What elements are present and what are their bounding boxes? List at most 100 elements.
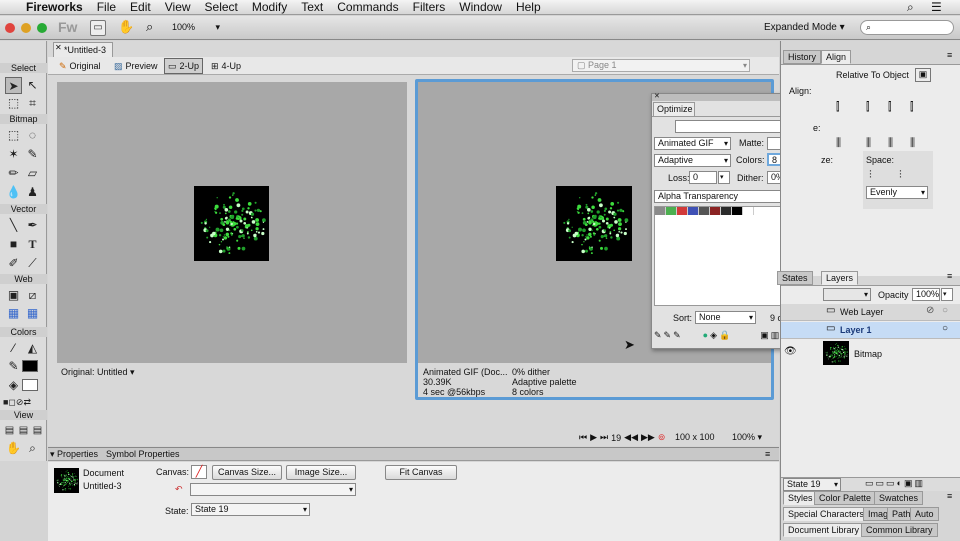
hand-tool-icon[interactable]: ✋ xyxy=(5,440,22,457)
space-select[interactable]: Evenly xyxy=(866,186,928,199)
properties-tab[interactable]: ▾ Properties xyxy=(50,449,98,460)
rectangle-tool-icon[interactable]: ■ xyxy=(5,236,22,253)
space-vertical-icon[interactable]: ⫶ xyxy=(899,169,902,182)
state-select[interactable]: State 19 xyxy=(191,503,310,516)
last-frame-icon[interactable]: ⏭ xyxy=(600,432,608,443)
panel-menu-icon[interactable]: ≡ xyxy=(947,271,952,281)
search-field[interactable]: ⌕ xyxy=(860,20,954,35)
rubber-stamp-tool-icon[interactable]: ♟ xyxy=(24,184,41,201)
four-up-view-button[interactable]: ⊞4-Up xyxy=(208,58,244,74)
eyedropper-tool-icon[interactable]: ⁄ xyxy=(5,340,22,357)
opacity-slider-button[interactable]: ▾ xyxy=(941,288,953,301)
menu-view[interactable]: View xyxy=(158,0,198,14)
status-zoom[interactable]: 100% ▾ xyxy=(732,432,762,442)
palette-swatch[interactable] xyxy=(743,207,754,215)
eye-icon[interactable]: 👁 xyxy=(784,346,797,357)
close-window-icon[interactable] xyxy=(5,23,15,33)
marquee-tool-icon[interactable]: ⬚ xyxy=(5,127,22,144)
panel-menu-icon[interactable]: ≡ xyxy=(947,491,952,501)
pencil-tool-icon[interactable]: ✏ xyxy=(5,165,22,182)
align-center-h-icon[interactable]: ⫿ xyxy=(866,101,870,114)
paint-bucket-tool-icon[interactable]: ◭ xyxy=(24,340,41,357)
web-layer-visibility-icon[interactable]: ⊘ xyxy=(926,305,934,316)
layer-name-layer1[interactable]: Layer 1 xyxy=(840,325,872,335)
palette-select[interactable]: Adaptive xyxy=(654,154,731,167)
palette-swatch[interactable] xyxy=(688,207,699,215)
fill-color-swatch[interactable] xyxy=(22,379,38,391)
canvas-color-swatch[interactable]: ╱ xyxy=(191,465,207,479)
palette-swatch[interactable] xyxy=(666,207,677,215)
add-color-icon[interactable]: ✎ xyxy=(673,330,681,341)
palette-swatch[interactable] xyxy=(732,207,743,215)
document-library-tab[interactable]: Document Library xyxy=(783,523,864,537)
special-characters-tab[interactable]: Special Characters xyxy=(783,507,869,521)
add-to-palette-icon[interactable]: ▣ xyxy=(760,330,769,341)
new-sublayer-icon[interactable]: ▭ xyxy=(876,478,887,488)
close-tab-icon[interactable]: ✕ xyxy=(55,43,62,52)
workspace-switcher[interactable]: Expanded Mode ▾ xyxy=(764,22,845,33)
original-view-button[interactable]: ✎Original xyxy=(56,58,104,74)
app-menu[interactable]: Fireworks xyxy=(19,0,90,14)
lock-color-icon[interactable]: 🔒 xyxy=(719,330,730,341)
canvas-size-button[interactable]: Canvas Size... xyxy=(212,465,282,480)
loss-slider-button[interactable]: ▾ xyxy=(718,171,730,184)
subselect-tool-icon[interactable]: ↖ xyxy=(24,77,41,94)
palette-swatch[interactable] xyxy=(710,207,721,215)
align-left-icon[interactable]: ⫿ xyxy=(836,101,840,114)
layer-name-bitmap[interactable]: Bitmap xyxy=(854,349,882,359)
styles-tab[interactable]: Styles xyxy=(783,491,818,505)
search-icon[interactable]: ⌕ xyxy=(907,0,914,15)
blur-tool-icon[interactable]: 💧 xyxy=(5,184,22,201)
web-layer-lock-icon[interactable]: ○ xyxy=(942,305,948,316)
menu-file[interactable]: File xyxy=(90,0,123,14)
stroke-color-swatch[interactable] xyxy=(22,360,38,372)
menu-filters[interactable]: Filters xyxy=(406,0,453,14)
relative-to-icon[interactable]: ▣ xyxy=(915,68,931,82)
blend-mode-select[interactable] xyxy=(823,288,871,301)
canvas-option-select[interactable] xyxy=(190,483,356,496)
history-tab[interactable]: History xyxy=(783,50,821,64)
hotspot-tool-icon[interactable]: ▣ xyxy=(5,287,22,304)
line-tool-icon[interactable]: ╲ xyxy=(5,217,22,234)
auto-shape-tab[interactable]: Auto xyxy=(910,507,939,521)
zoom-select[interactable]: 100% ▾ xyxy=(172,22,232,33)
delete-color-icon[interactable]: ▥ xyxy=(771,330,780,341)
original-pane-label[interactable]: Original: Untitled ▾ xyxy=(61,367,135,377)
slice-tool-icon[interactable]: ⧄ xyxy=(24,287,41,304)
fill-color-icon[interactable]: ◈ xyxy=(5,377,22,394)
color-palette-tab[interactable]: Color Palette xyxy=(814,491,876,505)
knife-tool-icon[interactable]: ⟋ xyxy=(24,255,41,272)
palette-swatch[interactable] xyxy=(677,207,688,215)
brush-tool-icon[interactable]: ✎ xyxy=(24,146,41,163)
state-select-layers[interactable]: State 19 xyxy=(783,478,841,491)
zoom-window-icon[interactable] xyxy=(37,23,47,33)
magic-wand-tool-icon[interactable]: ✶ xyxy=(5,146,22,163)
menu-edit[interactable]: Edit xyxy=(123,0,158,14)
symbol-properties-tab[interactable]: Symbol Properties xyxy=(106,449,180,459)
zoom-icon[interactable]: ⌕ xyxy=(146,19,153,35)
align-top-icon[interactable]: ⫿ xyxy=(910,101,914,114)
zoom-tool-icon[interactable]: ⌕ xyxy=(24,440,41,457)
canvas-dropdown-icon[interactable]: ↶ xyxy=(175,484,183,495)
distribute-right-icon[interactable]: ⫼ xyxy=(888,137,893,150)
crop-tool-icon[interactable]: ⌗ xyxy=(24,95,41,112)
sort-select[interactable]: None xyxy=(695,311,756,324)
full-screen-mode-icon[interactable]: ▤ xyxy=(29,422,46,439)
distribute-top-icon[interactable]: ⫼ xyxy=(910,137,915,150)
space-horizontal-icon[interactable]: ⫶ xyxy=(869,169,872,182)
palette-swatch[interactable] xyxy=(721,207,732,215)
minimize-window-icon[interactable] xyxy=(21,23,31,33)
play-icon[interactable]: ▶ xyxy=(590,432,597,443)
text-tool-icon[interactable]: T xyxy=(24,236,41,253)
list-icon[interactable]: ☰ xyxy=(931,0,942,14)
palette-swatch[interactable] xyxy=(655,207,666,215)
add-mask-icon[interactable]: ▣ xyxy=(904,478,915,488)
distribute-center-icon[interactable]: ⫼ xyxy=(866,137,871,150)
menu-commands[interactable]: Commands xyxy=(330,0,405,14)
pen-tool-icon[interactable]: ✒ xyxy=(24,217,41,234)
stop-icon[interactable]: ⊚ xyxy=(658,432,666,443)
eraser-tool-icon[interactable]: ▱ xyxy=(24,165,41,182)
show-slices-icon[interactable]: ▦ xyxy=(24,305,41,322)
optimize-tab[interactable]: Optimize xyxy=(653,102,695,116)
freeform-tool-icon[interactable]: ✐ xyxy=(5,255,22,272)
